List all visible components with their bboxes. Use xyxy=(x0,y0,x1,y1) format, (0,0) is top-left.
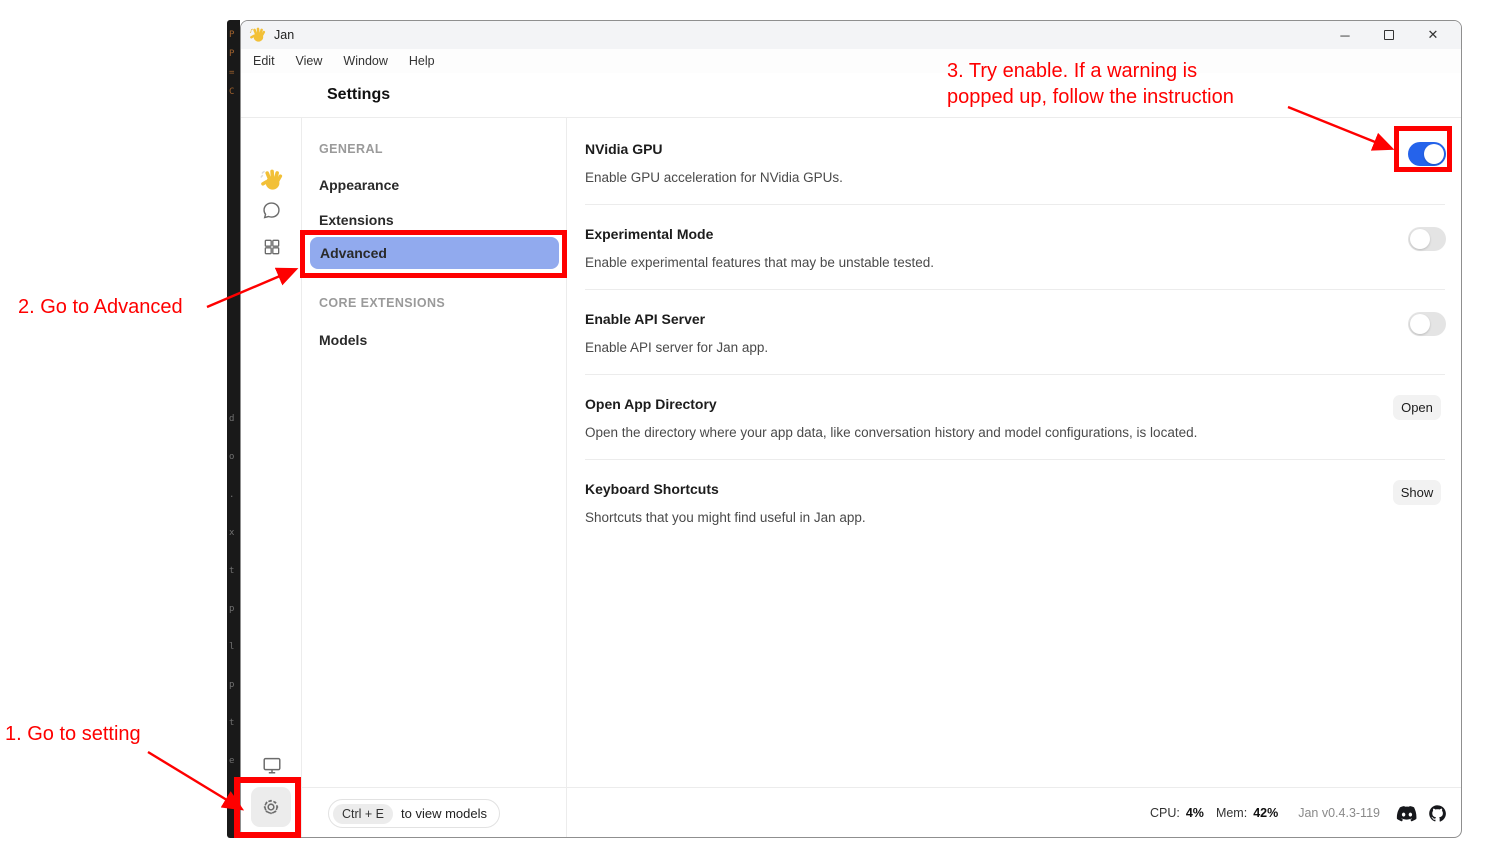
discord-icon[interactable] xyxy=(1396,805,1418,822)
annotation-step1: 1. Go to setting xyxy=(5,721,141,747)
github-icon[interactable] xyxy=(1428,804,1447,823)
jan-app-window: Jan ─ ✕ Edit View Window Help Settings xyxy=(240,20,1462,838)
toggle-knob xyxy=(1410,229,1430,249)
row-divider xyxy=(585,204,1445,205)
terminal-artifact-text: P P = C xyxy=(229,26,240,102)
api-server-toggle[interactable] xyxy=(1408,312,1446,336)
nav-section-core-extensions: CORE EXTENSIONS xyxy=(319,296,445,310)
menu-window[interactable]: Window xyxy=(343,54,387,68)
nav-item-extensions[interactable]: Extensions xyxy=(319,212,394,228)
page: P P = C d o . x t p l p t e Jan xyxy=(0,0,1488,854)
cpu-label: CPU: xyxy=(1150,806,1180,820)
row-divider xyxy=(585,459,1445,460)
maximize-icon xyxy=(1384,30,1394,40)
grid-icon xyxy=(262,237,282,257)
app-version: Jan v0.4.3-119 xyxy=(1298,806,1380,820)
home-hand-button[interactable] xyxy=(241,168,302,192)
hub-button[interactable] xyxy=(241,237,302,257)
setting-title-experimental-mode: Experimental Mode xyxy=(585,226,713,242)
setting-desc-enable-api-server: Enable API server for Jan app. xyxy=(585,340,768,355)
view-models-shortcut[interactable]: Ctrl + E to view models xyxy=(328,799,500,828)
settings-nav: GENERAL Appearance Extensions Advanced C… xyxy=(302,118,567,837)
annotation-step2: 2. Go to Advanced xyxy=(18,294,183,320)
icon-rail xyxy=(241,118,302,837)
terminal-artifact-text: d o . x t p l p t e xyxy=(229,400,240,780)
waving-hand-icon xyxy=(260,168,284,192)
system-monitor-button[interactable] xyxy=(241,754,302,776)
page-title: Settings xyxy=(327,86,390,104)
nav-section-general: GENERAL xyxy=(319,142,383,156)
toggle-knob xyxy=(1410,314,1430,334)
setting-desc-experimental-mode: Enable experimental features that may be… xyxy=(585,255,934,270)
system-stats: CPU: 4% Mem: 42% Jan v0.4.3-119 xyxy=(1150,788,1447,838)
window-title: Jan xyxy=(274,28,294,42)
chat-bubble-icon xyxy=(261,200,282,221)
minimize-button[interactable]: ─ xyxy=(1337,28,1353,43)
annotation-step3-line1: 3. Try enable. If a warning is xyxy=(947,58,1234,84)
setting-desc-keyboard-shortcuts: Shortcuts that you might find useful in … xyxy=(585,510,866,525)
annotation-step3: 3. Try enable. If a warning is popped up… xyxy=(947,58,1234,110)
menu-edit[interactable]: Edit xyxy=(253,54,275,68)
annotation-step3-line2: popped up, follow the instruction xyxy=(947,84,1234,110)
mem-value: 42% xyxy=(1253,806,1278,820)
jan-logo-hand-icon xyxy=(249,26,267,44)
title-bar: Jan ─ ✕ xyxy=(241,21,1461,49)
mem-label: Mem: xyxy=(1216,806,1247,820)
nav-item-appearance[interactable]: Appearance xyxy=(319,177,399,193)
monitor-icon xyxy=(261,754,283,776)
menu-help[interactable]: Help xyxy=(409,54,435,68)
experimental-mode-toggle[interactable] xyxy=(1408,227,1446,251)
menu-view[interactable]: View xyxy=(296,54,323,68)
maximize-button[interactable] xyxy=(1381,28,1397,43)
nav-item-models[interactable]: Models xyxy=(319,332,367,348)
setting-title-keyboard-shortcuts: Keyboard Shortcuts xyxy=(585,481,719,497)
open-app-directory-button[interactable]: Open xyxy=(1393,395,1441,420)
setting-desc-nvidia-gpu: Enable GPU acceleration for NVidia GPUs. xyxy=(585,170,843,185)
chat-threads-button[interactable] xyxy=(241,200,302,221)
close-button[interactable]: ✕ xyxy=(1425,27,1441,43)
highlight-box-nvidia-toggle xyxy=(1394,126,1452,172)
menu-bar: Edit View Window Help xyxy=(241,49,1461,73)
highlight-box-settings-gear xyxy=(234,777,301,838)
highlight-box-advanced xyxy=(300,230,567,278)
background-terminal-strip: P P = C d o . x t p l p t e xyxy=(227,20,240,838)
setting-desc-open-app-directory: Open the directory where your app data, … xyxy=(585,425,1197,440)
ctrl-e-key-chip: Ctrl + E xyxy=(333,804,393,824)
setting-title-enable-api-server: Enable API Server xyxy=(585,311,705,327)
window-controls: ─ ✕ xyxy=(1337,21,1455,49)
keyboard-shortcuts-show-button[interactable]: Show xyxy=(1393,480,1441,505)
setting-title-open-app-directory: Open App Directory xyxy=(585,396,717,412)
settings-header: Settings xyxy=(241,73,1461,118)
status-bar: Ctrl + E to view models CPU: 4% Mem: 42%… xyxy=(302,787,1461,837)
setting-title-nvidia-gpu: NVidia GPU xyxy=(585,141,663,157)
settings-content: NVidia GPU Enable GPU acceleration for N… xyxy=(567,118,1461,787)
shortcut-hint-text: to view models xyxy=(401,806,487,821)
window-body: GENERAL Appearance Extensions Advanced C… xyxy=(241,118,1461,837)
row-divider xyxy=(585,374,1445,375)
cpu-value: 4% xyxy=(1186,806,1204,820)
row-divider xyxy=(585,289,1445,290)
